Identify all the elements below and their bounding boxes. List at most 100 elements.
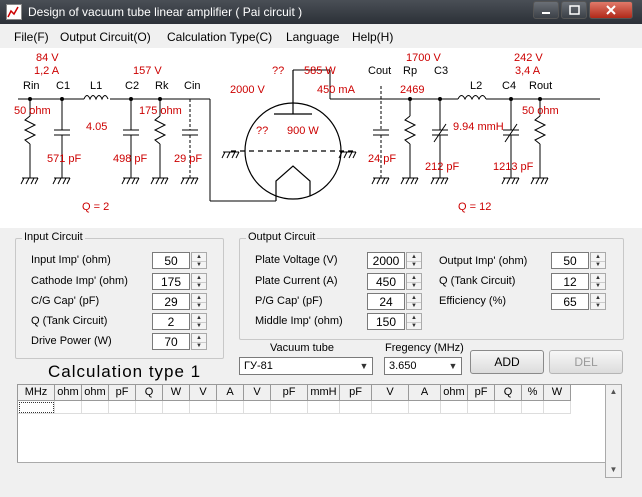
maximize-button[interactable] xyxy=(561,1,587,19)
value-l1: 4.05 xyxy=(86,121,107,133)
close-button[interactable] xyxy=(589,1,633,19)
label-l1: L1 xyxy=(90,80,102,92)
label-rout: Rout xyxy=(529,80,552,92)
menu-language[interactable]: Language xyxy=(286,30,339,44)
table-cell[interactable] xyxy=(409,401,441,414)
q-tank-out-stepper[interactable]: ▲ ▼ xyxy=(590,273,606,290)
drive-power-stepper[interactable]: ▲ ▼ xyxy=(191,333,207,350)
column-header[interactable]: ohm xyxy=(55,385,82,401)
table-cell[interactable] xyxy=(217,401,244,414)
table-cell[interactable] xyxy=(190,401,217,414)
menu-calculation-type[interactable]: Calculation Type(C) xyxy=(167,30,272,44)
column-header[interactable]: % xyxy=(522,385,544,401)
pg-cap-stepper[interactable]: ▲ ▼ xyxy=(406,293,422,310)
cg-cap-stepper[interactable]: ▲ ▼ xyxy=(191,293,207,310)
table-cell[interactable] xyxy=(18,401,55,414)
value-rp: 2469 xyxy=(400,84,424,96)
middle-imp-field[interactable] xyxy=(367,313,405,330)
input-circuit-title: Input Circuit xyxy=(22,231,85,243)
column-header[interactable]: pF xyxy=(271,385,308,401)
plate-current-spinner: ▲▼ xyxy=(367,273,423,290)
column-header[interactable]: W xyxy=(544,385,571,401)
pg-cap-label: P/G Cap' (pF) xyxy=(255,295,323,307)
plate-current-stepper[interactable]: ▲ ▼ xyxy=(406,273,422,290)
app-window: Design of vacuum tube linear amplifier (… xyxy=(0,0,642,497)
q-tank-out-label: Q (Tank Circuit) xyxy=(439,275,516,287)
table-cell[interactable] xyxy=(340,401,372,414)
column-header[interactable]: A xyxy=(409,385,441,401)
maximize-icon xyxy=(569,5,580,15)
table-cell[interactable] xyxy=(82,401,109,414)
table-cell[interactable] xyxy=(372,401,409,414)
table-cell[interactable] xyxy=(244,401,271,414)
plate-current-label: Plate Current (A) xyxy=(255,275,338,287)
middle-imp-stepper[interactable]: ▲ ▼ xyxy=(406,313,422,330)
cg-cap-field[interactable] xyxy=(152,293,190,310)
output-imp-stepper[interactable]: ▲ ▼ xyxy=(590,252,606,269)
column-header[interactable]: W xyxy=(163,385,190,401)
drive-power-field[interactable] xyxy=(152,333,190,350)
efficiency-field[interactable] xyxy=(551,293,589,310)
column-header[interactable]: ohm xyxy=(82,385,109,401)
column-header[interactable]: ohm xyxy=(441,385,468,401)
label-rp: Rp xyxy=(403,65,417,77)
scroll-down-icon[interactable]: ▼ xyxy=(606,463,621,477)
value-rk: 175 ohm xyxy=(139,105,182,117)
column-header[interactable]: V xyxy=(372,385,409,401)
horizontal-scrollbar[interactable] xyxy=(17,462,605,478)
q-tank-out-spinner: ▲▼ xyxy=(551,273,607,290)
scroll-up-icon[interactable]: ▲ xyxy=(606,385,621,399)
table-cell[interactable] xyxy=(544,401,571,414)
q-tank-in-stepper[interactable]: ▲ ▼ xyxy=(191,313,207,330)
vacuum-tube-value: ГУ-81 xyxy=(244,360,273,372)
column-header[interactable]: mmH xyxy=(308,385,340,401)
table-cell[interactable] xyxy=(163,401,190,414)
column-header[interactable]: V xyxy=(244,385,271,401)
table-cell[interactable] xyxy=(441,401,468,414)
label-c1: C1 xyxy=(56,80,70,92)
column-header[interactable]: Q xyxy=(495,385,522,401)
column-header[interactable]: V xyxy=(190,385,217,401)
column-header[interactable]: pF xyxy=(109,385,136,401)
input-imp-stepper[interactable]: ▲ ▼ xyxy=(191,252,207,269)
column-header[interactable]: A xyxy=(217,385,244,401)
plate-voltage-spinner: ▲▼ xyxy=(367,252,423,269)
plate-current-field[interactable] xyxy=(367,273,405,290)
input-circuit-group: Input Circuit Input Imp' (ohm) Cathode I… xyxy=(15,231,224,359)
table-cell[interactable] xyxy=(495,401,522,414)
table-cell[interactable] xyxy=(308,401,340,414)
minimize-button[interactable] xyxy=(533,1,559,19)
column-header[interactable]: pF xyxy=(468,385,495,401)
plate-voltage-field[interactable] xyxy=(367,252,405,269)
table-cell[interactable] xyxy=(109,401,136,414)
column-header[interactable]: MHz xyxy=(18,385,55,401)
frequency-select[interactable]: 3.650 ▼ xyxy=(384,357,462,375)
plate-voltage-stepper[interactable]: ▲ ▼ xyxy=(406,252,422,269)
value-rout: 50 ohm xyxy=(522,105,559,117)
vacuum-tube-select[interactable]: ГУ-81 ▼ xyxy=(239,357,373,375)
value-q-out: Q = 12 xyxy=(458,201,491,213)
del-button[interactable]: DEL xyxy=(549,350,623,374)
menu-help[interactable]: Help(H) xyxy=(352,30,393,44)
output-imp-field[interactable] xyxy=(551,252,589,269)
input-imp-field[interactable] xyxy=(152,252,190,269)
menu-file[interactable]: File(F) xyxy=(14,30,49,44)
pg-cap-field[interactable] xyxy=(367,293,405,310)
table-cell[interactable] xyxy=(468,401,495,414)
value-in-current: 1,2 A xyxy=(34,65,60,77)
column-header[interactable]: pF xyxy=(340,385,372,401)
table-cell[interactable] xyxy=(522,401,544,414)
table-cell[interactable] xyxy=(55,401,82,414)
q-tank-out-field[interactable] xyxy=(551,273,589,290)
cathode-imp-field[interactable] xyxy=(152,273,190,290)
output-circuit-title: Output Circuit xyxy=(246,231,318,243)
add-button[interactable]: ADD xyxy=(470,350,544,374)
column-header[interactable]: Q xyxy=(136,385,163,401)
menu-output-circuit[interactable]: Output Circuit(O) xyxy=(60,30,151,44)
efficiency-stepper[interactable]: ▲ ▼ xyxy=(590,293,606,310)
q-tank-in-field[interactable] xyxy=(152,313,190,330)
table-cell[interactable] xyxy=(136,401,163,414)
vertical-scrollbar[interactable]: ▲ ▼ xyxy=(605,384,622,478)
table-cell[interactable] xyxy=(271,401,308,414)
cathode-imp-stepper[interactable]: ▲ ▼ xyxy=(191,273,207,290)
